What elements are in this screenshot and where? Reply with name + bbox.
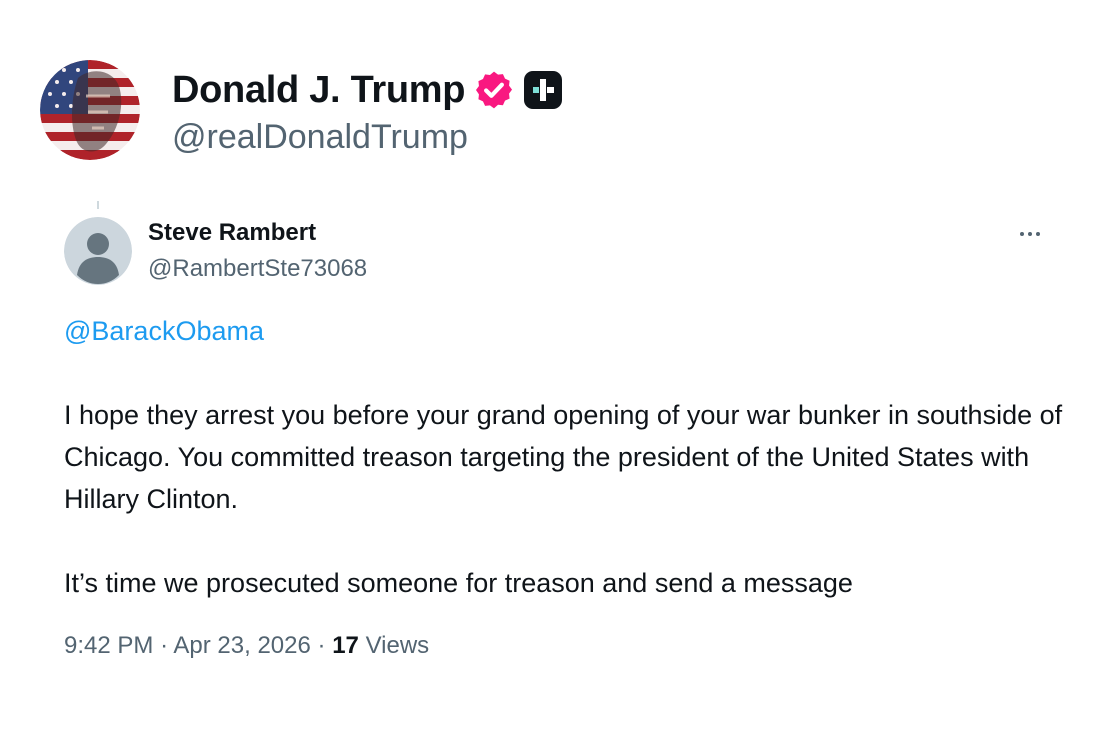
- views-count: 17: [332, 632, 359, 659]
- tweet-time[interactable]: 9:42 PM: [64, 632, 153, 659]
- meta-separator: ·: [160, 632, 169, 659]
- mention-link[interactable]: @BarackObama: [64, 316, 264, 347]
- flag-portrait-avatar-icon: [40, 60, 140, 160]
- tweet-screenshot: Donald J. Trump @realDonaldTrump Steve R…: [0, 0, 1100, 744]
- tweet-meta: 9:42 PM · Apr 23, 2026 · 17 Views: [64, 632, 429, 660]
- poster-avatar[interactable]: [40, 60, 140, 160]
- affiliate-badge-icon[interactable]: [523, 70, 563, 110]
- tweet-text: I hope they arrest you before your grand…: [64, 394, 1064, 604]
- reply-author-handle[interactable]: @RambertSte73068: [148, 255, 367, 283]
- poster-handle[interactable]: @realDonaldTrump: [172, 118, 468, 157]
- tweet-paragraph: I hope they arrest you before your grand…: [64, 400, 1063, 514]
- reply-author-name[interactable]: Steve Rambert: [148, 219, 316, 247]
- default-profile-avatar-icon: [64, 217, 132, 285]
- verified-badge-icon[interactable]: [473, 69, 515, 111]
- meta-separator: ·: [317, 632, 326, 659]
- more-options-icon[interactable]: [1010, 222, 1050, 246]
- tweet-paragraph: It’s time we prosecuted someone for trea…: [64, 568, 853, 598]
- views-label: Views: [365, 632, 430, 659]
- thread-connector: [97, 201, 99, 209]
- poster-name[interactable]: Donald J. Trump: [172, 69, 466, 112]
- tweet-date[interactable]: Apr 23, 2026: [173, 632, 310, 659]
- poster-name-row: Donald J. Trump: [172, 66, 563, 114]
- reply-avatar[interactable]: [64, 217, 132, 285]
